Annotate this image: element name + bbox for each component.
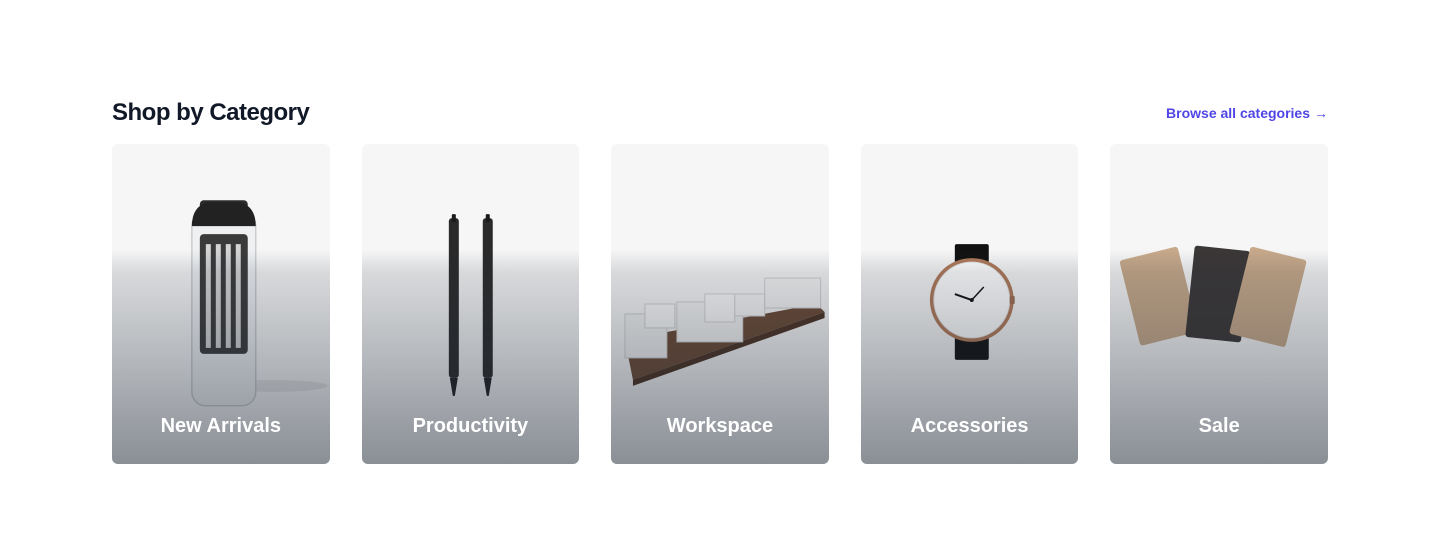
shop-by-category-section: Shop by Category Browse all categories →… — [0, 0, 1440, 560]
category-card-workspace[interactable]: Workspace — [611, 144, 829, 464]
category-cards: New Arrivals Productivity Workspace Acce… — [112, 144, 1328, 464]
category-card-accessories[interactable]: Accessories — [860, 144, 1079, 464]
browse-all-categories-link[interactable]: Browse all categories → — [1166, 105, 1328, 121]
category-card-productivity[interactable]: Productivity — [361, 144, 580, 464]
category-card-sale[interactable]: Sale — [1110, 144, 1328, 464]
category-label: New Arrivals — [160, 415, 282, 437]
category-label: Sale — [1198, 415, 1240, 437]
browse-link-label: Browse all categories — [1166, 105, 1310, 121]
arrow-right-icon: → — [1314, 105, 1328, 121]
category-card-new-arrivals[interactable]: New Arrivals — [112, 144, 330, 464]
section-header: Shop by Category Browse all categories → — [112, 96, 1328, 130]
section-title: Shop by Category — [112, 99, 310, 126]
category-label: Workspace — [666, 415, 774, 437]
category-label: Accessories — [910, 415, 1029, 437]
category-label: Productivity — [412, 415, 529, 437]
